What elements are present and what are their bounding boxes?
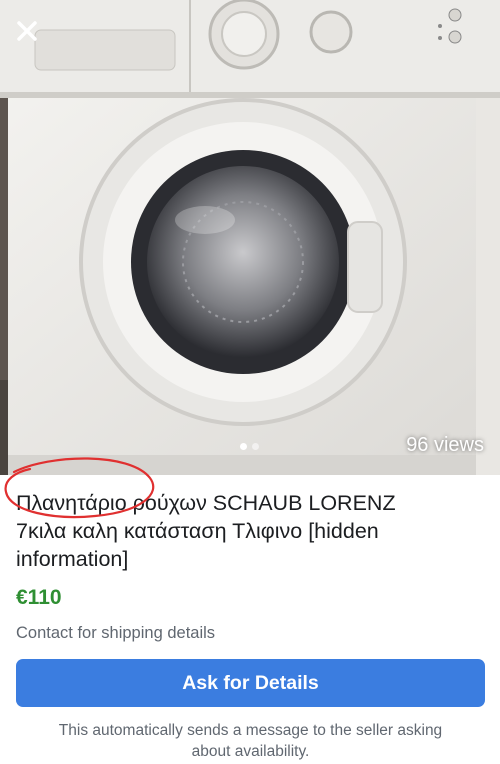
listing-title: Πλανητάριο ρούχων SCHAUB LORENZ 7κιλα κα… bbox=[16, 489, 486, 573]
listing-title-line: 7κιλα καλη κατάσταση Τλιφινο [hidden bbox=[16, 519, 379, 543]
message-note: This automatically sends a message to th… bbox=[16, 720, 485, 762]
message-note-line: about availability. bbox=[191, 743, 310, 760]
listing-title-line: Πλανητάριο ρούχων SCHAUB LORENZ bbox=[16, 491, 396, 515]
washing-machine-image bbox=[0, 0, 500, 475]
close-button[interactable] bbox=[10, 14, 44, 48]
listing-details: Πλανητάριο ρούχων SCHAUB LORENZ 7κιλα κα… bbox=[0, 475, 500, 764]
carousel-indicator[interactable] bbox=[240, 443, 259, 450]
listing-photo[interactable]: 96 views bbox=[0, 0, 500, 475]
close-icon bbox=[17, 21, 37, 41]
view-count: 96 views bbox=[406, 434, 484, 456]
message-note-line: This automatically sends a message to th… bbox=[58, 722, 443, 739]
ask-for-details-button[interactable]: Ask for Details bbox=[16, 659, 485, 707]
listing-price: €110 bbox=[16, 586, 62, 609]
shipping-info: Contact for shipping details bbox=[16, 624, 216, 642]
carousel-dot-2[interactable] bbox=[252, 443, 259, 450]
carousel-dot-1[interactable] bbox=[240, 443, 247, 450]
listing-title-line: information] bbox=[16, 547, 129, 571]
